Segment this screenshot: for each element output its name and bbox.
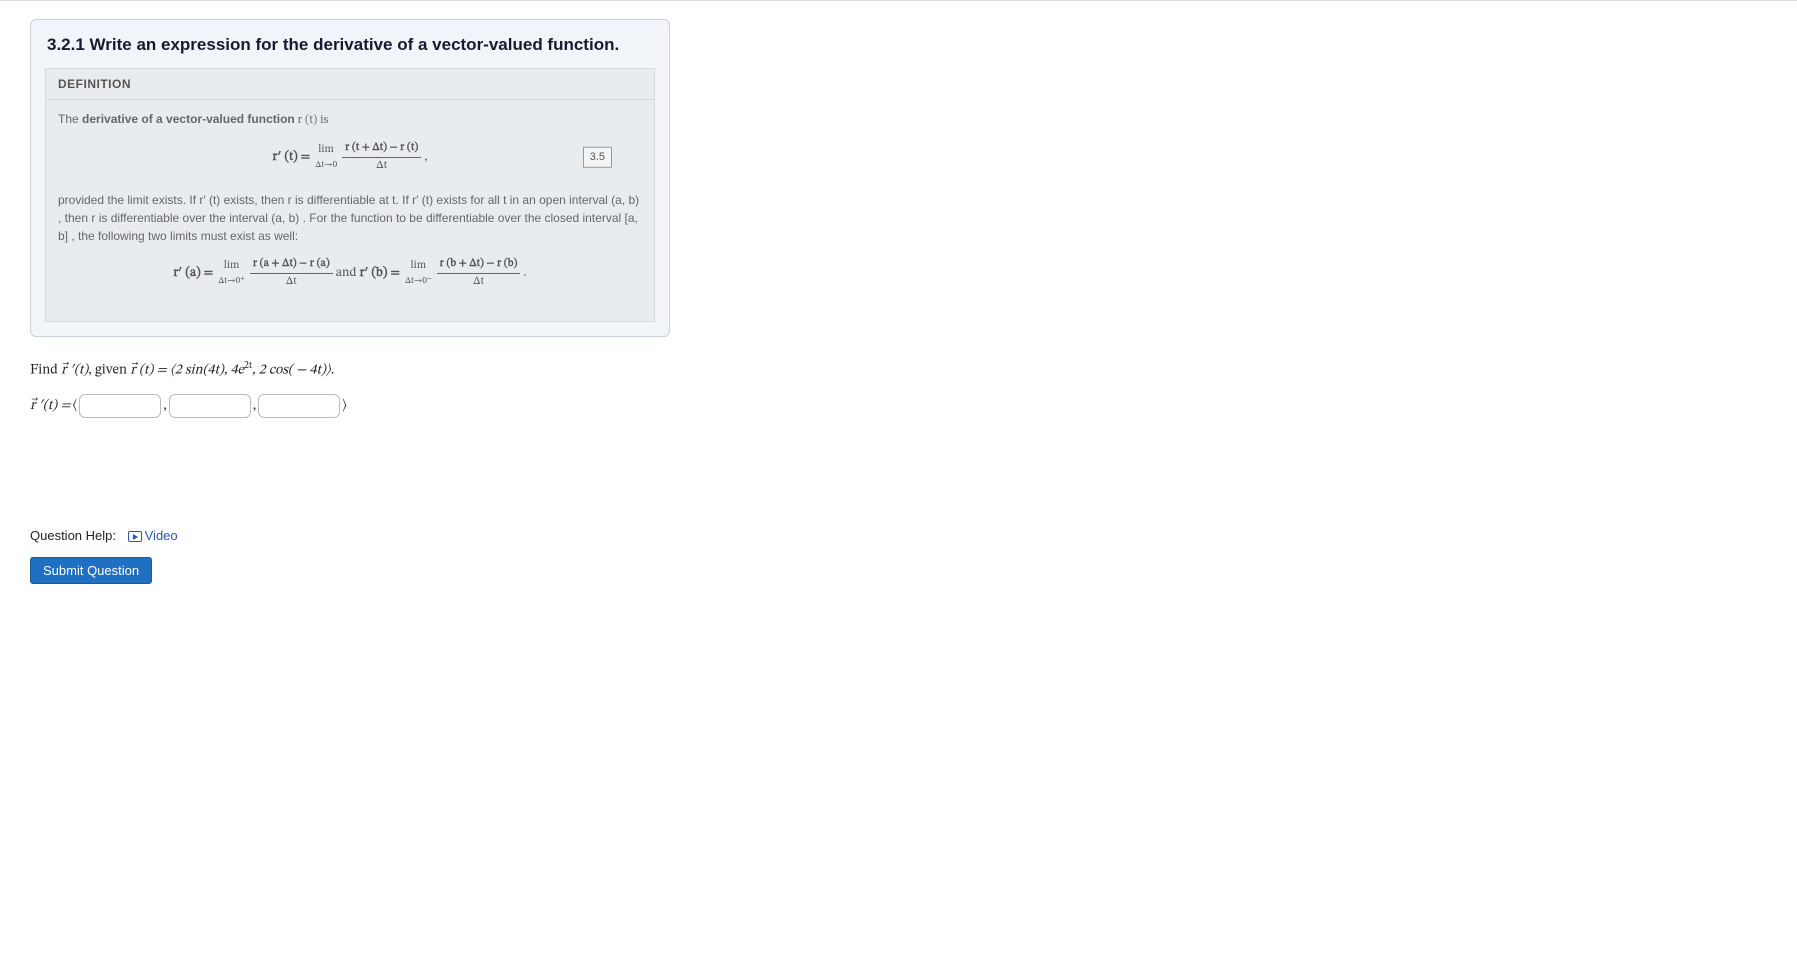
frac-num: r (a + Δt) − r (a) [250, 256, 333, 274]
text: , given [88, 364, 130, 378]
math-sup: 2t [244, 362, 252, 371]
frac-den: Δt [437, 274, 521, 291]
eq-lhs: r′ (b) = [360, 267, 403, 280]
text: The [58, 112, 82, 126]
frac-num: r (t + Δt) − r (t) [342, 140, 421, 158]
lim-top: lim [218, 258, 245, 275]
fraction: r (b + Δt) − r (b) Δt [437, 256, 521, 290]
eq-lhs: r′ (t) = [273, 151, 314, 164]
lim-bot: Δt→0 [315, 159, 337, 173]
text-bold: derivative of a vector-valued function [82, 112, 295, 126]
help-row: Question Help: Video [30, 528, 670, 543]
comma: , [163, 397, 166, 415]
question-area: Find r⃗ ′(t), given r⃗ (t) = ⟨2 sin(4t),… [30, 361, 670, 584]
limit: lim Δt→0⁺ [218, 258, 245, 288]
lim-bot: Δt→0⁻ [405, 275, 432, 289]
eq-join: and [336, 267, 360, 280]
eq-comma: , [424, 151, 427, 164]
fraction: r (a + Δt) − r (a) Δt [250, 256, 333, 290]
lim-top: lim [405, 258, 432, 275]
math: r⃗ (t) = ⟨2 sin(4t), 4e [130, 364, 244, 378]
video-icon [128, 531, 142, 542]
bracket-close: ⟩ [342, 397, 347, 415]
lim-bot: Δt→0⁺ [218, 275, 245, 289]
video-link[interactable]: Video [128, 528, 178, 543]
bracket-open: ⟨ [73, 397, 78, 415]
definition-body: The derivative of a vector-valued functi… [46, 100, 654, 321]
video-link-text: Video [145, 528, 178, 543]
frac-den: Δt [250, 274, 333, 291]
question-prompt: Find r⃗ ′(t), given r⃗ (t) = ⟨2 sin(4t),… [30, 361, 670, 380]
eq-tail: . [523, 267, 526, 280]
definition-box: DEFINITION The derivative of a vector-va… [45, 68, 655, 322]
limit: lim Δt→0 [315, 142, 337, 172]
eq-lhs: r′ (a) = [173, 267, 216, 280]
answer-input-1[interactable] [79, 394, 161, 418]
frac-num: r (b + Δt) − r (b) [437, 256, 521, 274]
topic-title: 3.2.1 Write an expression for the deriva… [47, 34, 653, 56]
math: , 2 cos( − 4t)⟩. [252, 364, 334, 378]
topic-card: 3.2.1 Write an expression for the deriva… [30, 19, 670, 337]
text: r (t) is [295, 114, 329, 126]
limit: lim Δt→0⁻ [405, 258, 432, 288]
fraction: r (t + Δt) − r (t) Δt [342, 140, 421, 174]
equation-main: r′ (t) = lim Δt→0 r (t + Δt) − r (t) Δt … [58, 137, 642, 177]
math: r⃗ ′(t) [61, 364, 88, 378]
answer-label: r⃗ ′(t) = [30, 397, 71, 415]
frac-den: Δt [342, 158, 421, 175]
answer-input-3[interactable] [258, 394, 340, 418]
text: Find [30, 364, 61, 378]
submit-button[interactable]: Submit Question [30, 557, 152, 584]
comma: , [253, 397, 256, 415]
equation-tag: 3.5 [583, 147, 612, 168]
definition-header: DEFINITION [46, 69, 654, 100]
equation-endpoints: r′ (a) = lim Δt→0⁺ r (a + Δt) − r (a) Δt… [58, 253, 642, 293]
help-label: Question Help: [30, 528, 116, 543]
definition-intro: The derivative of a vector-valued functi… [58, 110, 642, 129]
answer-input-2[interactable] [169, 394, 251, 418]
lim-top: lim [315, 142, 337, 159]
answer-row: r⃗ ′(t) = ⟨ , , ⟩ [30, 394, 670, 418]
definition-paragraph: provided the limit exists. If r′ (t) exi… [58, 191, 642, 245]
